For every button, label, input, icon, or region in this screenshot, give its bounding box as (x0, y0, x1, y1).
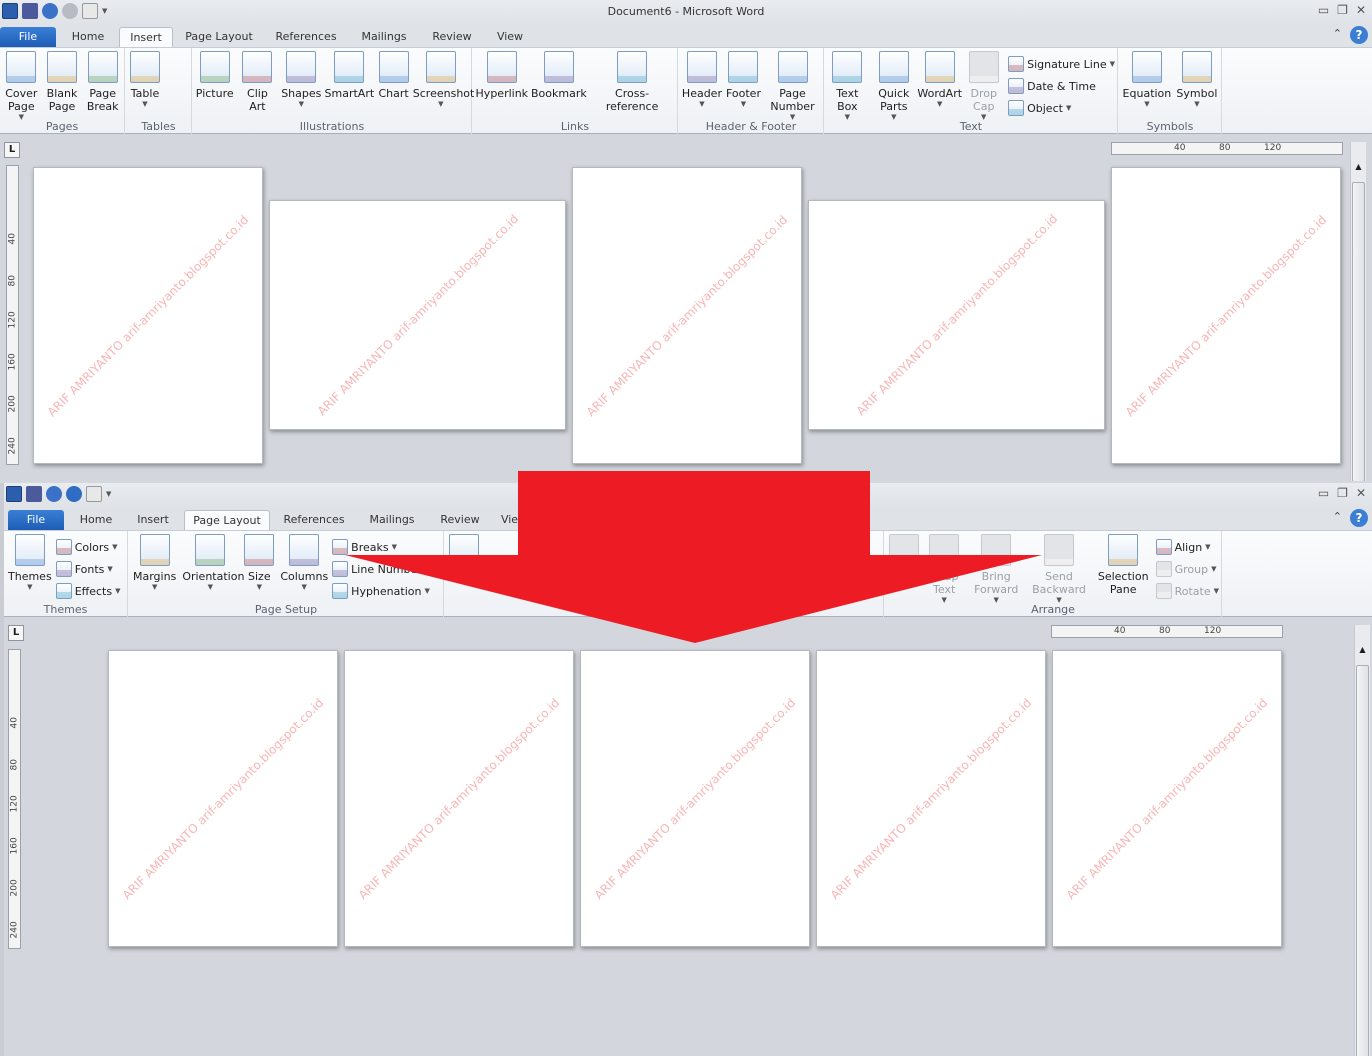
arrow-shape (345, 471, 1042, 643)
red-down-arrow (345, 471, 1042, 643)
